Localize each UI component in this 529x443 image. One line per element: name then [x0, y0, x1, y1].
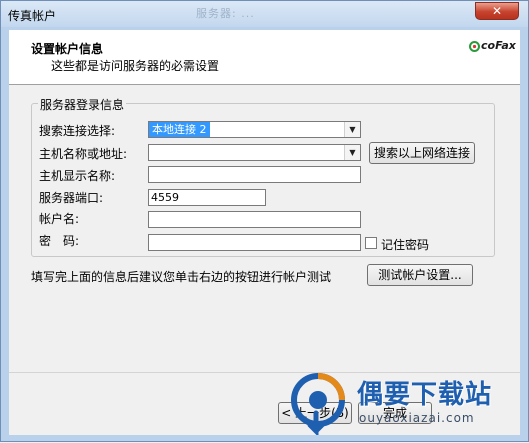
group-title: 服务器登录信息 — [38, 96, 127, 113]
test-hint-text: 填写完上面的信息后建议您单击右边的按钮进行帐户测试 — [31, 270, 332, 284]
cofax-logo-icon — [469, 41, 480, 52]
remember-password-label: 记住密码 — [381, 238, 430, 252]
page-subtitle: 这些都是访问服务器的必需设置 — [51, 59, 220, 73]
search-network-button[interactable]: 搜索以上网络连接 — [369, 142, 475, 164]
account-label: 帐户名: — [39, 212, 80, 226]
background-title-text: 服务器: ... — [196, 7, 255, 20]
password-label: 密 码: — [39, 234, 80, 248]
port-input[interactable]: 4559 — [148, 189, 266, 206]
close-button[interactable]: ✕ — [475, 2, 519, 20]
window-title: 传真帐户 — [8, 9, 57, 23]
account-input[interactable] — [148, 211, 361, 228]
watermark-title: 偶要下载站 — [357, 380, 493, 410]
title-bar[interactable]: 传真帐户 服务器: ... ✕ — [1, 1, 528, 27]
watermark-logo-icon — [291, 373, 345, 435]
host-label: 主机名称或地址: — [39, 147, 128, 161]
chevron-down-icon[interactable]: ▼ — [344, 145, 360, 160]
test-account-button[interactable]: 测试帐户设置... — [367, 264, 473, 286]
display-name-input[interactable] — [148, 166, 361, 183]
watermark-url: ouyaoxiazai.com — [359, 411, 475, 425]
search-connection-label: 搜索连接选择: — [39, 124, 116, 138]
page-title: 设置帐户信息 — [31, 42, 104, 56]
display-name-label: 主机显示名称: — [39, 169, 116, 183]
wizard-header: 设置帐户信息 这些都是访问服务器的必需设置 coFax — [9, 30, 520, 85]
host-combo[interactable]: ▼ — [148, 144, 361, 161]
site-watermark: 偶要下载站 ouyaoxiazai.com — [277, 365, 529, 443]
chevron-down-icon[interactable]: ▼ — [344, 122, 360, 137]
password-input[interactable] — [148, 234, 361, 251]
port-label: 服务器端口: — [39, 191, 104, 205]
search-connection-combo[interactable]: 本地连接 2 ▼ — [148, 121, 361, 138]
dialog-window: 传真帐户 服务器: ... ✕ 设置帐户信息 这些都是访问服务器的必需设置 co… — [0, 0, 529, 442]
search-connection-value: 本地连接 2 — [149, 122, 210, 137]
logo-text: coFax — [481, 39, 516, 52]
close-icon: ✕ — [491, 4, 503, 18]
cofax-logo: coFax — [469, 39, 516, 55]
remember-password-checkbox[interactable] — [365, 237, 377, 249]
